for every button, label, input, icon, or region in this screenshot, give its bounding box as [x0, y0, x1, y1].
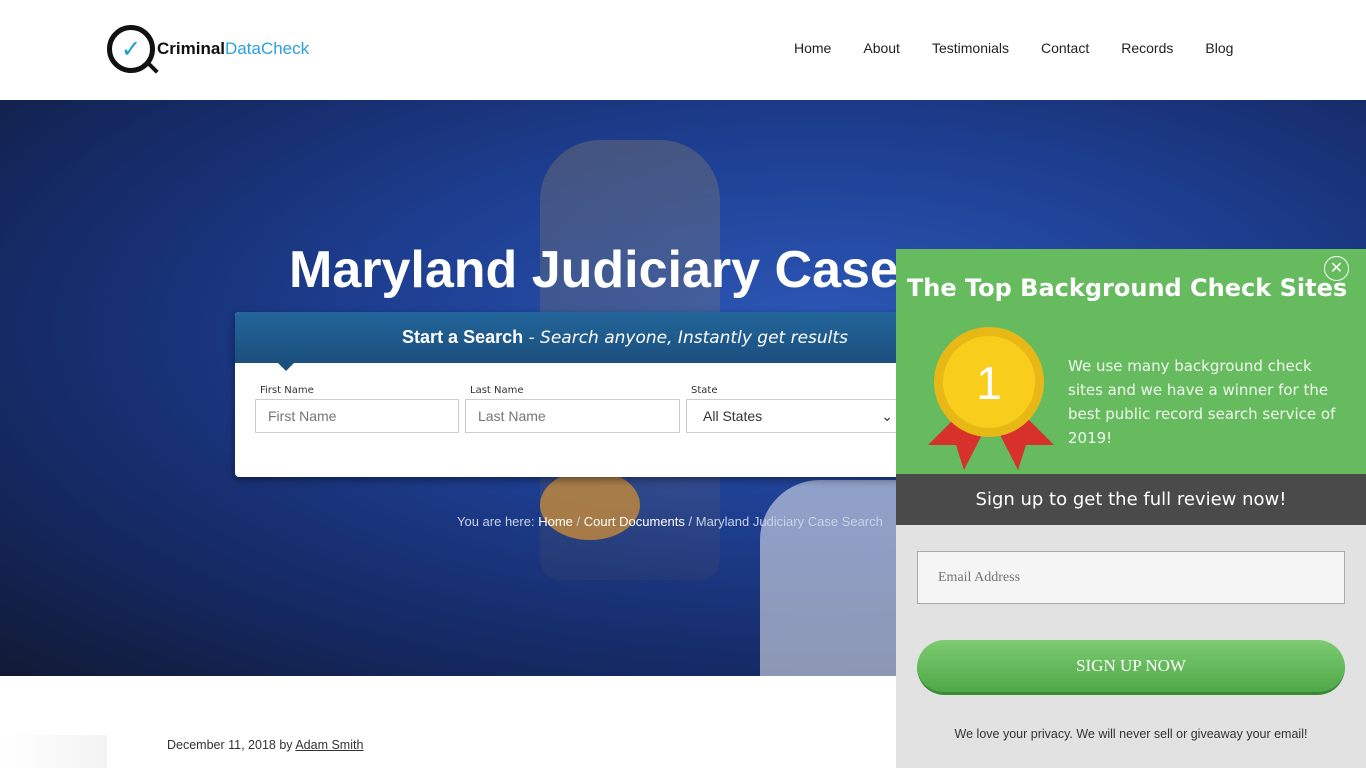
- state-value: All States: [703, 408, 763, 424]
- breadcrumb-sep: /: [572, 514, 584, 529]
- site-header: ✓ CriminalDataCheck Home About Testimoni…: [0, 0, 1366, 100]
- post-by: by: [275, 738, 296, 752]
- post-author-link[interactable]: Adam Smith: [295, 738, 363, 752]
- logo[interactable]: ✓ CriminalDataCheck: [107, 25, 309, 73]
- first-place-medal-icon: 1: [928, 327, 1054, 470]
- nav-about[interactable]: About: [863, 40, 900, 56]
- popup-title: The Top Background Check Sites: [906, 274, 1348, 302]
- popup-top: The Top Background Check Sites ✕ 1 We us…: [896, 249, 1366, 474]
- last-name-label: Last Name: [470, 385, 524, 396]
- search-title: Start a Search: [402, 327, 524, 347]
- privacy-note: We love your privacy. We will never sell…: [954, 727, 1308, 741]
- post-date: December 11, 2018: [167, 738, 276, 752]
- search-subtitle: - Search anyone, Instantly get results: [523, 328, 848, 348]
- hero-image-detail: [540, 470, 640, 540]
- post-content: December 11, 2018 by Adam Smith: [107, 676, 907, 768]
- nav-contact[interactable]: Contact: [1041, 40, 1089, 56]
- first-name-group: First Name: [255, 385, 459, 433]
- breadcrumb: You are here: Home / Court Documents / M…: [457, 514, 883, 529]
- last-name-input[interactable]: [465, 399, 680, 433]
- popup-bar: Sign up to get the full review now!: [896, 474, 1366, 525]
- nav-blog[interactable]: Blog: [1205, 40, 1233, 56]
- last-name-group: Last Name: [465, 385, 680, 433]
- search-card-header: Start a Search - Search anyone, Instantl…: [235, 312, 915, 363]
- side-strip: [0, 735, 107, 768]
- main-nav: Home About Testimonials Contact Records …: [794, 40, 1265, 56]
- sign-up-button[interactable]: SIGN UP NOW: [917, 640, 1345, 695]
- close-icon[interactable]: ✕: [1324, 256, 1349, 281]
- popup-text: We use many background check sites and w…: [1068, 357, 1336, 447]
- state-group: State All States ⌄: [686, 385, 906, 433]
- breadcrumb-current: Maryland Judiciary Case Search: [695, 514, 883, 529]
- state-label: State: [691, 385, 718, 396]
- first-name-input[interactable]: [255, 399, 459, 433]
- signup-popup: The Top Background Check Sites ✕ 1 We us…: [896, 249, 1366, 768]
- nav-records[interactable]: Records: [1121, 40, 1173, 56]
- breadcrumb-court-documents[interactable]: Court Documents: [584, 514, 685, 529]
- first-name-label: First Name: [260, 385, 314, 396]
- nav-home[interactable]: Home: [794, 40, 831, 56]
- post-meta: December 11, 2018 by Adam Smith: [167, 738, 363, 752]
- logo-text-criminal: Criminal: [157, 39, 226, 58]
- logo-text-datacheck: DataCheck: [225, 39, 310, 58]
- search-card: Start a Search - Search anyone, Instantl…: [235, 312, 915, 477]
- nav-testimonials[interactable]: Testimonials: [932, 40, 1009, 56]
- magnifier-check-icon: ✓: [107, 25, 155, 73]
- hero-image-robe: [760, 480, 910, 680]
- breadcrumb-sep: /: [684, 514, 696, 529]
- email-input[interactable]: [917, 551, 1345, 604]
- medal-number: 1: [976, 357, 1002, 409]
- breadcrumb-home[interactable]: Home: [538, 514, 573, 529]
- breadcrumb-prefix: You are here:: [457, 514, 539, 529]
- chevron-down-icon: ⌄: [881, 407, 893, 424]
- pointer-arrow: [277, 362, 295, 380]
- state-select[interactable]: All States ⌄: [686, 399, 906, 433]
